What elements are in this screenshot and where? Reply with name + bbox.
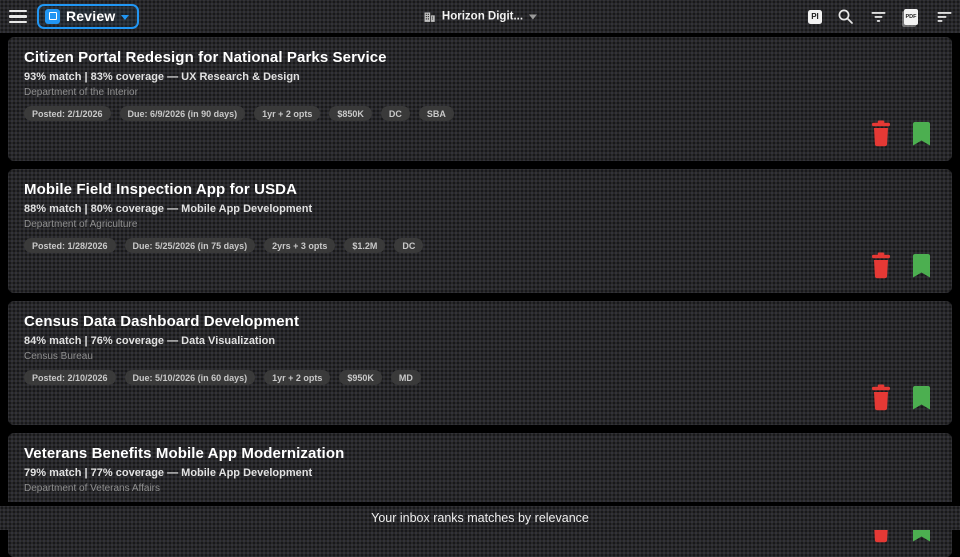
chip-row: Posted: 2/1/2026 Due: 6/9/2026 (in 90 day… xyxy=(24,106,936,121)
chip: $950K xyxy=(339,370,382,385)
trash-icon xyxy=(871,120,891,147)
trash-icon xyxy=(871,384,891,411)
bookmark-icon xyxy=(913,122,930,146)
save-button[interactable] xyxy=(913,386,930,410)
card-title: Mobile Field Inspection App for USDA xyxy=(24,181,936,198)
discard-button[interactable] xyxy=(871,252,891,279)
chip: $1.2M xyxy=(344,238,385,253)
chip-row: Posted: 1/28/2026 Due: 5/25/2026 (in 75 d… xyxy=(24,238,936,253)
search-icon[interactable] xyxy=(835,7,855,27)
pdf-export-icon[interactable]: PDF xyxy=(901,7,921,27)
card-list: Citizen Portal Redesign for National Par… xyxy=(0,33,960,530)
view-selector-label: Review xyxy=(66,8,115,24)
view-selector-review[interactable]: Review xyxy=(37,4,139,29)
chevron-down-icon xyxy=(529,15,537,20)
menu-icon[interactable] xyxy=(9,10,27,23)
chip: 1yr + 2 opts xyxy=(264,370,330,385)
chip: Due: 5/10/2026 (in 60 days) xyxy=(125,370,256,385)
chip: 1yr + 2 opts xyxy=(254,106,320,121)
org-switcher[interactable]: Horizon Digit... xyxy=(423,10,537,23)
agency-name: Department of Veterans Affairs xyxy=(24,483,936,494)
filter-icon[interactable] xyxy=(868,7,888,27)
agency-name: Department of the Interior xyxy=(24,87,936,98)
chip: Posted: 2/10/2026 xyxy=(24,370,116,385)
agency-name: Census Bureau xyxy=(24,351,936,362)
agency-name: Department of Agriculture xyxy=(24,219,936,230)
save-button[interactable] xyxy=(913,122,930,146)
footer-message: Your inbox ranks matches by relevance xyxy=(371,511,589,525)
bookmark-icon xyxy=(913,254,930,278)
top-bar: Review Horizon Digit... PI PDF xyxy=(0,0,960,33)
chip: Posted: 2/1/2026 xyxy=(24,106,111,121)
trash-icon xyxy=(871,252,891,279)
pdf-page-glyph: PDF xyxy=(904,9,918,25)
topbar-actions: PI PDF xyxy=(808,0,954,33)
building-icon xyxy=(423,10,436,23)
chip: SBA xyxy=(419,106,454,121)
opportunity-card[interactable]: Veterans Benefits Mobile App Modernizati… xyxy=(8,433,952,557)
chip: DC xyxy=(394,238,423,253)
card-title: Census Data Dashboard Development xyxy=(24,313,936,330)
chip: MD xyxy=(391,370,421,385)
card-title: Citizen Portal Redesign for National Par… xyxy=(24,49,936,66)
bookmark-icon xyxy=(913,386,930,410)
opportunity-card[interactable]: Census Data Dashboard Development 84% ma… xyxy=(8,301,952,425)
card-actions xyxy=(871,384,930,411)
card-actions xyxy=(871,120,930,147)
chevron-down-icon xyxy=(121,15,129,20)
match-coverage-line: 84% match | 76% coverage — Data Visualiz… xyxy=(24,335,936,347)
review-view-icon xyxy=(45,9,60,24)
discard-button[interactable] xyxy=(871,384,891,411)
match-coverage-line: 79% match | 77% coverage — Mobile App De… xyxy=(24,467,936,479)
org-switcher-label: Horizon Digit... xyxy=(442,11,523,23)
chip-row: Posted: 2/10/2026 Due: 5/10/2026 (in 60 d… xyxy=(24,370,936,385)
logo-badge[interactable]: PI xyxy=(808,10,822,24)
chip: DC xyxy=(381,106,410,121)
chip: Posted: 1/28/2026 xyxy=(24,238,116,253)
match-coverage-line: 88% match | 80% coverage — Mobile App De… xyxy=(24,203,936,215)
sort-icon[interactable] xyxy=(934,7,954,27)
chip: 2yrs + 3 opts xyxy=(264,238,335,253)
discard-button[interactable] xyxy=(871,120,891,147)
chip: Due: 6/9/2026 (in 90 days) xyxy=(120,106,246,121)
chip: $850K xyxy=(329,106,372,121)
card-actions xyxy=(871,252,930,279)
save-button[interactable] xyxy=(913,254,930,278)
chip: Due: 5/25/2026 (in 75 days) xyxy=(125,238,256,253)
match-coverage-line: 93% match | 83% coverage — UX Research &… xyxy=(24,71,936,83)
opportunity-card[interactable]: Citizen Portal Redesign for National Par… xyxy=(8,37,952,161)
footer-bar: Your inbox ranks matches by relevance xyxy=(0,502,960,530)
opportunity-card[interactable]: Mobile Field Inspection App for USDA 88%… xyxy=(8,169,952,293)
card-title: Veterans Benefits Mobile App Modernizati… xyxy=(24,445,936,462)
